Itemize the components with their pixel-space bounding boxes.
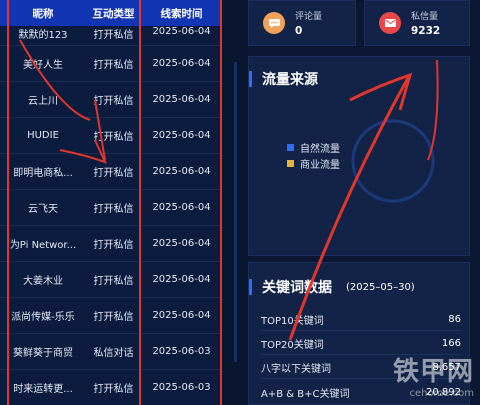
title-accent [249, 279, 252, 295]
table-row[interactable]: 葵鲜葵于商贸 私信对话 2025-06-03 [0, 334, 222, 370]
traffic-title-row: 流量来源 [249, 69, 318, 89]
scroll-accent [234, 62, 237, 362]
lead-time-cell: 2025-06-04 [152, 238, 211, 249]
traffic-donut-chart [351, 119, 435, 203]
table-row[interactable]: 大姜木业 打开私信 2025-06-04 [0, 262, 222, 298]
interaction-type-cell: 打开私信 [93, 96, 134, 107]
interaction-type-cell: 打开私信 [93, 384, 134, 395]
nickname-cell: 派尚传媒-乐乐 [11, 312, 75, 323]
keyword-label: 八字以下关键词 [261, 364, 331, 375]
nickname-cell: 云上川 [28, 96, 58, 107]
header-lead-time[interactable]: 线索时间 [141, 6, 222, 21]
table-header: 昵称 互动类型 线索时间 [0, 0, 222, 26]
keyword-row: TOP10关键词 86 [261, 309, 461, 331]
mail-icon [379, 12, 401, 34]
interaction-type-cell: 打开私信 [93, 168, 134, 179]
traffic-legend: 自然流量 商业流量 [287, 139, 340, 171]
title-accent [249, 71, 252, 87]
comment-icon [263, 12, 285, 34]
interaction-type-cell: 打开私信 [93, 312, 134, 323]
nickname-cell: 云飞天 [28, 204, 58, 215]
lead-time-cell: 2025-06-04 [152, 94, 211, 105]
lead-time-cell: 2025-06-04 [152, 26, 211, 37]
traffic-title: 流量来源 [262, 72, 318, 88]
comments-label: 评论量 [295, 12, 323, 22]
lead-time-cell: 2025-06-04 [152, 58, 211, 69]
messages-value: 9232 [411, 25, 441, 37]
nickname-cell: 默默的123 [18, 30, 68, 41]
traffic-source-panel: 流量来源 自然流量 商业流量 [248, 56, 470, 256]
table-row[interactable]: HUDIE 打开私信 2025-06-04 [0, 118, 222, 154]
table-row[interactable]: 云飞天 打开私信 2025-06-04 [0, 190, 222, 226]
interaction-type-cell: 打开私信 [93, 60, 134, 71]
screen: 昵称 互动类型 线索时间 默默的123 打开私信 2025-06-04 美好人生 打开私… [0, 0, 480, 405]
comments-value: 0 [295, 25, 303, 37]
table-row[interactable]: 美好人生 打开私信 2025-06-04 [0, 46, 222, 82]
keyword-label: TOP10关键词 [261, 316, 324, 327]
legend-label-commercial: 商业流量 [300, 159, 340, 171]
lead-time-cell: 2025-06-03 [152, 382, 211, 393]
legend-swatch-commercial [287, 159, 294, 167]
interaction-type-cell: 私信对话 [93, 348, 134, 359]
messages-card: 私信量 9232 [364, 0, 470, 46]
table-row[interactable]: 默默的123 打开私信 2025-06-04 [0, 26, 222, 46]
donut-ring [351, 119, 435, 203]
nickname-cell: 大姜木业 [23, 276, 63, 287]
interaction-type-cell: 打开私信 [93, 204, 134, 215]
nickname-cell: 美好人生 [23, 60, 63, 71]
keyword-value: 86 [448, 314, 461, 325]
table-body: 默默的123 打开私信 2025-06-04 美好人生 打开私信 2025-06-04 云上… [0, 26, 222, 405]
legend-natural[interactable]: 自然流量 [287, 139, 340, 155]
lead-time-cell: 2025-06-04 [152, 202, 211, 213]
interaction-type-cell: 打开私信 [93, 276, 134, 287]
keyword-title: 关键词数据 [262, 280, 332, 296]
nickname-cell: 葵鲜葵于商贸 [13, 348, 73, 359]
lead-time-cell: 2025-06-04 [152, 130, 211, 141]
interaction-type-cell: 打开私信 [93, 30, 134, 41]
nickname-cell: 为Pi Networ... [9, 240, 77, 251]
watermark-domain: cehome.com [409, 388, 474, 399]
interaction-type-cell: 打开私信 [93, 240, 134, 251]
lead-time-cell: 2025-06-04 [152, 274, 211, 285]
keyword-label: TOP20关键词 [261, 340, 324, 351]
legend-commercial[interactable]: 商业流量 [287, 155, 340, 171]
keyword-date: (2025–05–30) [346, 281, 415, 293]
header-interaction-type[interactable]: 互动类型 [86, 6, 141, 21]
leads-table: 昵称 互动类型 线索时间 默默的123 打开私信 2025-06-04 美好人生 打开私… [0, 0, 222, 405]
keyword-label: A+B & B+C关键词 [261, 388, 350, 400]
watermark-logo: 铁甲网 [392, 357, 474, 387]
table-row[interactable]: 为Pi Networ... 打开私信 2025-06-04 [0, 226, 222, 262]
lead-time-cell: 2025-06-04 [152, 310, 211, 321]
interaction-type-cell: 打开私信 [93, 132, 134, 143]
legend-label-natural: 自然流量 [300, 143, 340, 155]
messages-label: 私信量 [411, 12, 439, 22]
header-nickname[interactable]: 昵称 [0, 6, 86, 21]
table-row[interactable]: 云上川 打开私信 2025-06-04 [0, 82, 222, 118]
comments-card: 评论量 0 [248, 0, 356, 46]
table-row[interactable]: 派尚传媒-乐乐 打开私信 2025-06-04 [0, 298, 222, 334]
nickname-cell: 即明电商私... [13, 168, 73, 179]
keyword-value: 166 [441, 338, 461, 349]
lead-time-cell: 2025-06-03 [152, 346, 211, 357]
legend-swatch-natural [287, 143, 294, 151]
table-row[interactable]: 时来运转更... 打开私信 2025-06-03 [0, 370, 222, 405]
lead-time-cell: 2025-06-04 [152, 166, 211, 177]
keyword-title-row: 关键词数据 (2025–05–30) [249, 277, 415, 297]
watermark: 铁甲网 cehome.com [393, 351, 474, 399]
table-row[interactable]: 即明电商私... 打开私信 2025-06-04 [0, 154, 222, 190]
nickname-cell: 时来运转更... [13, 384, 73, 395]
nickname-cell: HUDIE [27, 130, 59, 141]
